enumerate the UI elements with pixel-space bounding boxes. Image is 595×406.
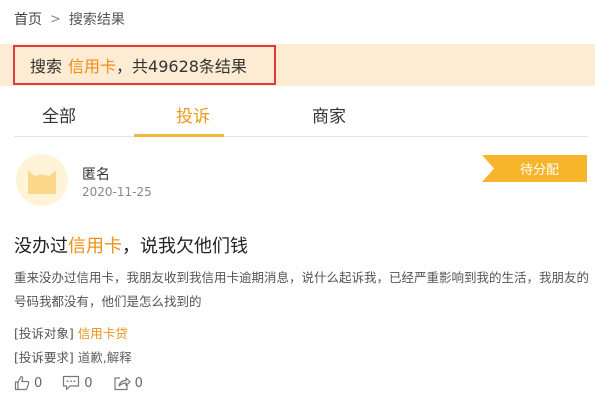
avatar [16,154,68,206]
like-count: 0 [34,375,43,391]
breadcrumb-current: 搜索结果 [68,12,125,28]
thumbs-up-icon [14,375,30,391]
breadcrumb: 首页 > 搜索结果 [14,8,125,30]
complaint-target-link[interactable]: 信用卡贷 [78,326,128,341]
comment-button[interactable]: 0 [62,375,93,391]
tab-merchants[interactable]: 商家 [284,92,374,137]
complaint-request-label: [投诉要求] [14,350,74,365]
post-title[interactable]: 没办过信用卡，说我欠他们钱 [14,232,248,258]
share-button[interactable]: 0 [113,375,143,391]
post-title-suffix: ，说我欠他们钱 [122,236,248,257]
post-title-keyword: 信用卡 [68,236,122,257]
complaint-request-value: 道歉,解释 [77,350,132,365]
status-badge: 待分配 [482,155,587,182]
search-keyword: 信用卡 [68,57,117,76]
complaint-target-row: [投诉对象] 信用卡贷 [14,323,128,342]
cat-avatar-icon [28,170,56,194]
post-author: 匿名 [82,167,110,183]
breadcrumb-home-link[interactable]: 首页 [14,9,42,29]
comment-icon [63,375,80,391]
active-tab-indicator [134,134,224,137]
search-prefix: 搜索 [30,57,63,76]
comment-count: 0 [84,375,93,391]
share-icon [113,377,131,391]
search-summary: 搜索 信用卡 ，共49628条结果 [13,45,276,85]
search-result-count: ，共49628条结果 [116,57,247,76]
share-count: 0 [134,375,143,391]
tab-complaints[interactable]: 投诉 [148,92,238,137]
tab-bar: 全部 投诉 商家 [14,92,588,137]
complaint-target-label: [投诉对象] [14,326,74,341]
breadcrumb-separator: > [50,11,61,27]
complaint-request-row: [投诉要求] 道歉,解释 [14,347,132,366]
post-content: 重来没办过信用卡，我朋友收到我信用卡逾期消息，说什么起诉我，已经严重影响到我的生… [14,270,590,309]
post-title-prefix: 没办过 [14,236,68,257]
post-actions: 0 0 0 [14,375,163,391]
tab-all[interactable]: 全部 [14,92,104,137]
post-date: 2020-11-25 [82,185,152,199]
like-button[interactable]: 0 [14,375,42,391]
